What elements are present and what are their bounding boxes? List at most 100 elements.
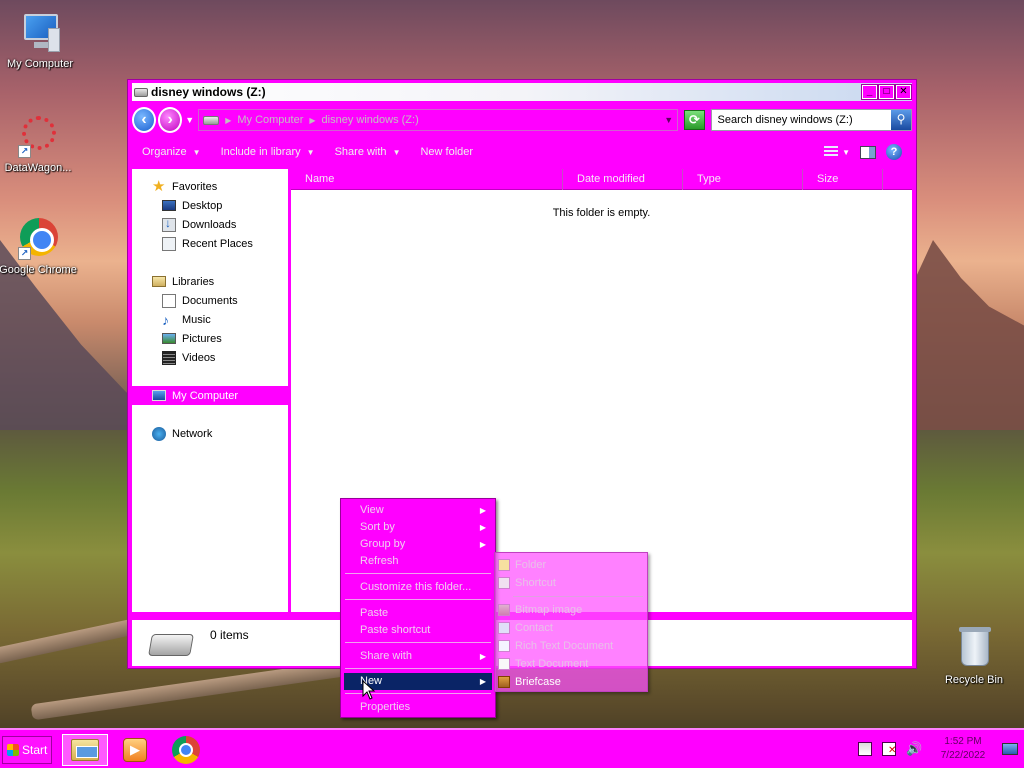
start-label: Start [22, 743, 48, 757]
submenu-item-rich-text-document[interactable]: Rich Text Document [495, 637, 647, 655]
nav-item-downloads[interactable]: Downloads [132, 215, 288, 234]
nav-item-libraries[interactable]: Libraries [132, 272, 288, 291]
submenu-item-folder[interactable]: Folder [495, 556, 647, 574]
nav-item-favorites[interactable]: ★ Favorites [132, 177, 288, 196]
bitmap-icon [498, 604, 510, 616]
column-header-date-modified[interactable]: Date modified [563, 169, 683, 190]
taskbar-app-chrome[interactable] [163, 734, 209, 766]
desktop-icon-label: DataWagon... [4, 162, 72, 174]
help-icon[interactable]: ? [886, 144, 902, 160]
column-header-size[interactable]: Size [803, 169, 883, 190]
shortcut-icon [498, 577, 510, 589]
menu-item-sort-by[interactable]: Sort by ▶ [344, 519, 492, 536]
nav-item-network[interactable]: Network [132, 424, 288, 443]
chevron-right-icon[interactable]: ▶ [309, 116, 315, 125]
start-button[interactable]: Start [2, 736, 52, 764]
contact-icon [498, 622, 510, 634]
forward-button[interactable]: › [158, 107, 183, 133]
folder-icon [498, 559, 510, 571]
submenu-item-text-document[interactable]: Text Document [495, 655, 647, 673]
rich-text-document-icon [498, 640, 510, 652]
menu-item-paste[interactable]: Paste [344, 605, 492, 622]
menu-item-label: Properties [360, 701, 411, 713]
chevron-right-icon: ▶ [479, 677, 486, 686]
maximize-button[interactable]: □ [878, 84, 895, 100]
search-icon[interactable]: ⚲ [891, 110, 911, 130]
back-button[interactable]: ‹ [132, 107, 157, 133]
menu-item-label: View [360, 504, 384, 516]
address-field[interactable]: ▶ My Computer ▶ disney windows (Z:) ▼ [198, 109, 679, 131]
submenu-item-label: Text Document [515, 658, 589, 670]
desktop-icon-google-chrome[interactable]: ↗ Google Chrome [0, 216, 78, 276]
menu-item-share-with[interactable]: Share with ▶ [344, 648, 492, 665]
menu-item-label: Paste [360, 607, 389, 619]
menu-separator [345, 668, 491, 669]
column-headers: Name Date modified Type Size [291, 169, 912, 190]
menu-item-view[interactable]: View ▶ [344, 502, 492, 519]
menu-item-group-by[interactable]: Group by ▶ [344, 536, 492, 553]
menu-item-properties[interactable]: Properties [344, 699, 492, 716]
taskbar: Start ▶ 🔊 1:52 PM 7/22/2022 [0, 728, 1024, 768]
network-tray-icon[interactable] [858, 742, 872, 756]
clock[interactable]: 1:52 PM 7/22/2022 [934, 735, 992, 763]
breadcrumb-my-computer[interactable]: My Computer [237, 114, 303, 126]
shortcut-arrow-icon: ↗ [18, 145, 31, 158]
menu-item-paste-shortcut[interactable]: Paste shortcut [344, 622, 492, 639]
desktop-icon-label: My Computer [6, 58, 74, 70]
column-header-type[interactable]: Type [683, 169, 803, 190]
menu-item-customize-folder[interactable]: Customize this folder... [344, 579, 492, 596]
preview-pane-icon[interactable] [860, 145, 876, 159]
taskbar-app-media-player[interactable]: ▶ [112, 734, 158, 766]
nav-item-videos[interactable]: Videos [132, 348, 288, 367]
chevron-down-icon[interactable]: ▼ [842, 148, 850, 157]
items-count: 0 items [210, 628, 249, 642]
recent-pages-dropdown[interactable]: ▼ [185, 115, 194, 125]
nav-item-desktop[interactable]: Desktop [132, 196, 288, 215]
submenu-item-bitmap-image[interactable]: Bitmap image [495, 601, 647, 619]
nav-item-my-computer[interactable]: My Computer [132, 386, 288, 405]
show-desktop-icon[interactable] [1002, 743, 1018, 755]
close-button[interactable]: ✕ [895, 84, 912, 100]
title-bar[interactable]: disney windows (Z:) _ □ ✕ [132, 83, 912, 101]
volume-icon[interactable]: 🔊 [906, 742, 922, 756]
menu-item-refresh[interactable]: Refresh [344, 553, 492, 570]
network-icon [152, 426, 166, 441]
nav-item-label: Recent Places [182, 237, 253, 250]
new-submenu: Folder Shortcut Bitmap image Contact Ric… [494, 552, 648, 692]
nav-item-recent-places[interactable]: Recent Places [132, 234, 288, 253]
search-input[interactable] [711, 111, 891, 129]
submenu-item-label: Shortcut [515, 577, 556, 589]
menu-item-label: Refresh [360, 555, 399, 567]
mouse-cursor-icon [362, 680, 376, 700]
include-in-library-button[interactable]: Include in library ▼ [211, 146, 325, 158]
taskbar-app-explorer[interactable] [62, 734, 108, 766]
pictures-icon [162, 333, 176, 344]
nav-item-label: Libraries [172, 275, 215, 288]
minimize-button[interactable]: _ [861, 84, 878, 100]
action-center-flag-icon[interactable] [882, 742, 896, 756]
change-view-icon[interactable] [824, 146, 839, 158]
submenu-item-shortcut[interactable]: Shortcut [495, 574, 647, 592]
desktop-icon-datawagon[interactable]: ↗ DataWagon... [0, 114, 78, 174]
breadcrumb-disney-windows[interactable]: disney windows (Z:) [322, 114, 419, 126]
nav-item-pictures[interactable]: Pictures [132, 329, 288, 348]
share-with-button[interactable]: Share with ▼ [325, 146, 411, 158]
refresh-button[interactable]: ⟳ [684, 110, 705, 130]
submenu-item-briefcase[interactable]: Briefcase [495, 673, 647, 691]
datawagon-icon: ↗ [16, 114, 60, 158]
submenu-item-contact[interactable]: Contact [495, 619, 647, 637]
desktop-icon-recycle-bin[interactable]: Recycle Bin [934, 626, 1014, 686]
command-bar: Organize ▼ Include in library ▼ Share with… [132, 140, 912, 164]
new-folder-button[interactable]: New folder [410, 146, 483, 158]
menu-separator [513, 596, 643, 597]
menu-item-label: Share with [360, 650, 412, 662]
column-header-name[interactable]: Name [291, 169, 563, 190]
recycle-bin-icon [952, 626, 996, 670]
desktop-icon-my-computer[interactable]: My Computer [0, 10, 80, 70]
chevron-right-icon[interactable]: ▶ [225, 116, 231, 125]
organize-button[interactable]: Organize ▼ [132, 146, 211, 158]
chevron-down-icon[interactable]: ▼ [664, 115, 673, 125]
nav-item-documents[interactable]: Documents [132, 291, 288, 310]
nav-item-music[interactable]: ♪ Music [132, 310, 288, 329]
chevron-right-icon: ▶ [479, 540, 486, 549]
